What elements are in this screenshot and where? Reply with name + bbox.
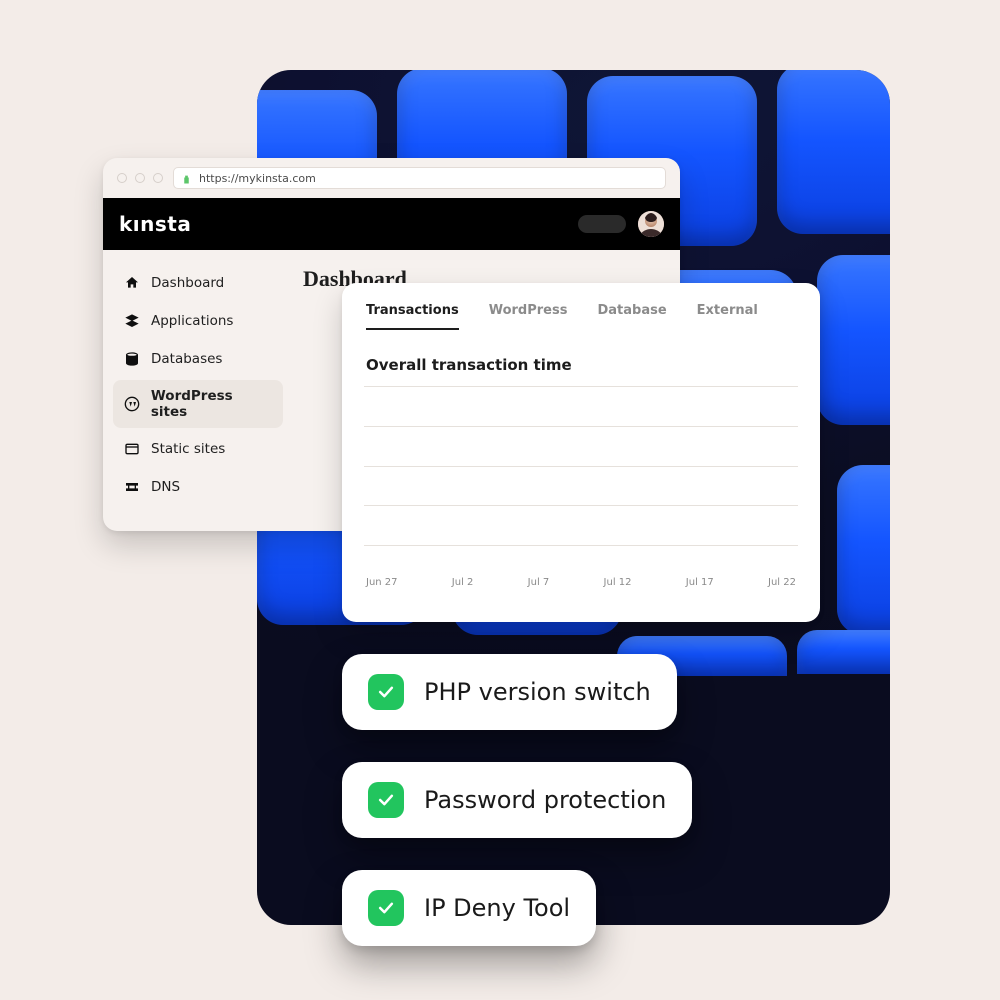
feature-chip-label: IP Deny Tool bbox=[424, 894, 570, 922]
brand-text: kınsta bbox=[119, 212, 191, 236]
feature-chip-ipdeny: IP Deny Tool bbox=[342, 870, 596, 946]
tab-database[interactable]: Database bbox=[597, 303, 666, 330]
chart-bars bbox=[364, 387, 798, 586]
xaxis-tick: Jul 2 bbox=[452, 577, 474, 588]
chart-title: Overall transaction time bbox=[366, 356, 796, 374]
app-topbar: kınsta bbox=[103, 198, 680, 250]
browser-icon bbox=[123, 440, 141, 458]
sidebar-item-databases[interactable]: Databases bbox=[113, 342, 283, 376]
check-icon bbox=[368, 674, 404, 710]
url-bar[interactable]: https://mykinsta.com bbox=[173, 167, 666, 189]
topbar-right bbox=[578, 211, 664, 237]
sidebar-item-applications[interactable]: Applications bbox=[113, 304, 283, 338]
sidebar-item-label: WordPress sites bbox=[151, 388, 273, 420]
check-icon bbox=[368, 782, 404, 818]
tab-wordpress[interactable]: WordPress bbox=[489, 303, 568, 330]
xaxis-tick: Jun 27 bbox=[366, 577, 398, 588]
traffic-dot-zoom[interactable] bbox=[153, 173, 163, 183]
traffic-dot-close[interactable] bbox=[117, 173, 127, 183]
url-text: https://mykinsta.com bbox=[199, 172, 316, 185]
feature-chip-password: Password protection bbox=[342, 762, 692, 838]
tab-external[interactable]: External bbox=[697, 303, 758, 330]
chart: Jun 27 Jul 2 Jul 7 Jul 12 Jul 17 Jul 22 bbox=[364, 386, 798, 586]
sidebar-item-static[interactable]: Static sites bbox=[113, 432, 283, 466]
tabs: Transactions WordPress Database External bbox=[364, 295, 798, 330]
avatar[interactable] bbox=[638, 211, 664, 237]
sidebar-item-dashboard[interactable]: Dashboard bbox=[113, 266, 283, 300]
feature-chip-label: Password protection bbox=[424, 786, 666, 814]
xaxis-tick: Jul 7 bbox=[528, 577, 550, 588]
browser-chrome: https://mykinsta.com bbox=[103, 158, 680, 198]
home-icon bbox=[123, 274, 141, 292]
chart-xaxis: Jun 27 Jul 2 Jul 7 Jul 12 Jul 17 Jul 22 bbox=[364, 571, 798, 588]
sidebar-item-dns[interactable]: DNS bbox=[113, 470, 283, 504]
xaxis-tick: Jul 22 bbox=[768, 577, 796, 588]
feature-chip-php: PHP version switch bbox=[342, 654, 677, 730]
sidebar-item-label: Databases bbox=[151, 351, 222, 367]
topbar-pill[interactable] bbox=[578, 215, 626, 233]
sidebar: Dashboard Applications Databases bbox=[103, 250, 293, 491]
lock-icon bbox=[182, 173, 191, 184]
traffic-lights bbox=[117, 173, 163, 183]
check-icon bbox=[368, 890, 404, 926]
stage: https://mykinsta.com kınsta bbox=[0, 0, 1000, 1000]
sidebar-item-wordpress[interactable]: WordPress sites bbox=[113, 380, 283, 428]
apm-card: Transactions WordPress Database External… bbox=[342, 283, 820, 622]
database-icon bbox=[123, 350, 141, 368]
wordpress-icon bbox=[123, 395, 141, 413]
sidebar-item-label: Applications bbox=[151, 313, 233, 329]
xaxis-tick: Jul 12 bbox=[604, 577, 632, 588]
xaxis-tick: Jul 17 bbox=[686, 577, 714, 588]
sidebar-item-label: Dashboard bbox=[151, 275, 224, 291]
stack-icon bbox=[123, 312, 141, 330]
tab-transactions[interactable]: Transactions bbox=[366, 303, 459, 330]
sidebar-item-label: DNS bbox=[151, 479, 180, 495]
feature-chip-label: PHP version switch bbox=[424, 678, 651, 706]
sidebar-item-label: Static sites bbox=[151, 441, 225, 457]
traffic-dot-minimize[interactable] bbox=[135, 173, 145, 183]
dns-icon bbox=[123, 478, 141, 496]
